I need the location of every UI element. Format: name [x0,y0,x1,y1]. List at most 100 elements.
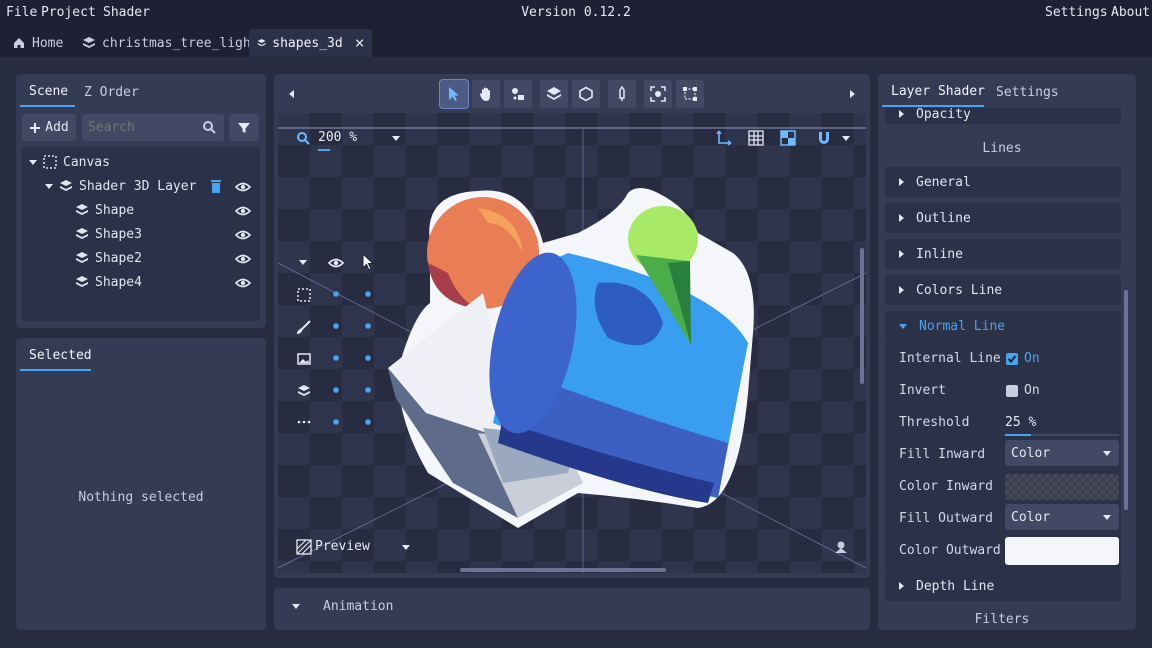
pan-tool-button[interactable] [472,80,500,108]
tab-shapes-3d[interactable]: shapes_3d [249,29,372,57]
add-button[interactable]: Add [22,114,76,141]
select-tool-button[interactable] [439,79,469,109]
section-colors-line[interactable]: Colors Line [885,275,1121,305]
tree-item-shape2[interactable]: Shape2 [75,247,142,269]
invert-value: On [1024,383,1040,398]
tab-home[interactable]: Home [4,29,71,57]
eye-icon[interactable] [235,227,251,243]
threshold-slider-fill [1005,434,1031,436]
eye-icon[interactable] [235,203,251,219]
section-label: General [916,174,971,190]
menu-settings[interactable]: Settings [1045,5,1108,20]
tree-item-canvas[interactable]: Canvas [29,151,110,173]
layers-icon[interactable] [297,384,311,398]
section-normal-line[interactable]: Normal Line [885,311,1121,341]
horizontal-scrollbar[interactable] [460,568,666,572]
tree-item-shader-3d-layer[interactable]: Shader 3D Layer [45,175,196,197]
section-label: Normal Line [919,318,1006,334]
chevron-down-icon[interactable] [29,159,37,165]
axis-icon[interactable] [716,130,732,146]
transparency-icon[interactable] [780,130,796,146]
visibility-dots[interactable] [330,287,380,437]
internal-line-label: Internal Line [899,351,1001,366]
chevron-down-icon[interactable] [402,545,410,550]
pen-icon [619,86,625,101]
layers-icon [76,252,88,263]
image-icon[interactable] [297,352,311,366]
tree-item-label: Canvas [63,154,110,170]
fill-inward-select[interactable]: Color [1005,440,1119,466]
section-inline[interactable]: Inline [885,239,1121,269]
tree-item-shape[interactable]: Shape [75,199,134,221]
selection-icon[interactable] [297,288,311,302]
section-general[interactable]: General [885,167,1121,197]
internal-line-checkbox[interactable] [1006,353,1018,365]
brush-icon[interactable] [297,320,311,334]
chevron-right-icon [899,250,904,258]
tree-item-shape4[interactable]: Shape4 [75,271,142,293]
render-icon[interactable] [834,540,848,554]
pen-tool-button[interactable] [608,80,636,108]
frame-tool-button[interactable] [644,80,672,108]
color-inward-swatch[interactable] [1005,474,1119,500]
chevron-right-icon[interactable] [847,89,857,99]
chevron-down-icon[interactable] [292,604,300,609]
eye-icon[interactable] [235,251,251,267]
chevron-left-icon[interactable] [287,89,297,99]
menu-shader[interactable]: Shader [103,5,150,20]
internal-line-value: On [1024,351,1040,366]
section-opacity[interactable]: Opacity [885,108,1121,124]
chevron-down-icon[interactable] [392,136,400,141]
layers-icon [547,87,561,100]
plus-icon [30,122,41,133]
menu-about[interactable]: About [1111,5,1150,20]
vertical-scrollbar[interactable] [860,248,864,384]
tab-settings[interactable]: Settings [996,85,1059,100]
tab-layer-shader[interactable]: Layer Shader [891,84,985,99]
fill-outward-select[interactable]: Color [1005,504,1119,530]
section-label: Depth Line [916,578,995,594]
tab-scene[interactable]: Scene [29,84,68,99]
empty-selection-text: Nothing selected [78,490,204,505]
tab-z-order[interactable]: Z Order [84,85,139,100]
more-icon[interactable] [297,419,311,425]
grid-icon[interactable] [748,130,764,146]
frame-icon [650,86,666,102]
trash-icon[interactable] [211,180,221,193]
polygon-tool-button[interactable] [572,80,600,108]
transform-tool-button[interactable] [676,80,704,108]
close-icon[interactable] [355,36,364,50]
layer-tool-button[interactable] [540,80,568,108]
chevron-down-icon[interactable] [842,136,850,141]
preview-label[interactable]: Preview [315,539,370,554]
section-outline[interactable]: Outline [885,203,1121,233]
selected-tab-underline [20,369,91,371]
selected-panel [16,338,266,630]
eye-icon[interactable] [235,179,251,195]
transform-icon [683,87,697,101]
section-depth-line[interactable]: Depth Line [885,571,1121,601]
tab-label: shapes_3d [272,35,343,51]
tree-item-shape3[interactable]: Shape3 [75,223,142,245]
chevron-down-icon[interactable] [299,260,307,265]
chevron-down-icon[interactable] [45,183,53,189]
eye-icon[interactable] [235,275,251,291]
threshold-value[interactable]: 25 % [1005,415,1036,430]
filter-button[interactable] [229,114,259,141]
chevron-right-icon [899,110,904,118]
menu-file[interactable]: File [6,5,37,20]
zoom-value[interactable]: 200 % [318,130,357,145]
node-tool-button[interactable] [504,80,532,108]
invert-checkbox[interactable] [1006,385,1018,397]
eye-icon[interactable] [328,255,344,271]
shader-scrollbar[interactable] [1124,290,1128,510]
magnet-icon[interactable] [816,130,832,146]
color-inward-label: Color Inward [899,479,993,494]
layers-icon [76,204,88,215]
color-outward-swatch[interactable] [1005,537,1119,565]
search-input[interactable] [88,119,196,136]
section-label: Inline [916,246,963,262]
tab-selected[interactable]: Selected [29,348,92,363]
menu-project[interactable]: Project [41,5,96,20]
zoom-underline [318,149,330,151]
